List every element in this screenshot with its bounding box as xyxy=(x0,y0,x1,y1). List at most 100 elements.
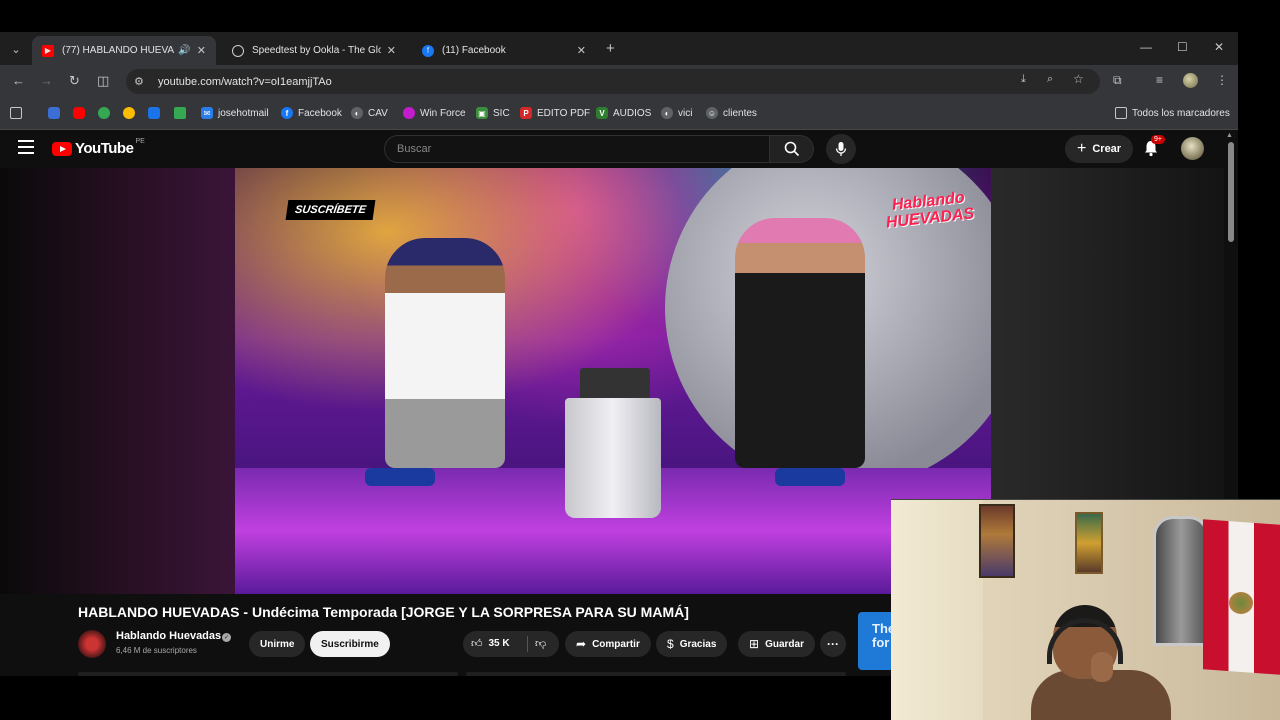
youtube-icon: ▶ xyxy=(42,44,54,57)
voice-search-button[interactable] xyxy=(826,134,856,164)
scroll-up-arrow-icon[interactable]: ▲ xyxy=(1226,132,1233,139)
winforce-icon xyxy=(403,107,415,119)
bookmark-star-icon[interactable]: ☆ xyxy=(1073,72,1084,86)
apps-grid-icon[interactable] xyxy=(10,107,22,119)
forward-icon[interactable]: → xyxy=(40,73,53,88)
bookmark-favicon-icon[interactable] xyxy=(48,107,60,119)
menu-kebab-icon[interactable]: ⋮ xyxy=(1216,73,1228,87)
youtube-play-icon xyxy=(52,141,72,156)
bookmark-edito-pdf[interactable]: P EDITO PDF xyxy=(520,107,590,119)
facebook-icon: f xyxy=(422,44,434,57)
share-label: Compartir xyxy=(592,638,640,650)
globe-icon: ◐ xyxy=(661,107,673,119)
laptop-prop xyxy=(580,368,650,402)
like-button[interactable]: 👍︎ 35 K xyxy=(471,637,510,650)
menu-hamburger-icon[interactable] xyxy=(18,140,34,158)
thanks-label: Gracias xyxy=(679,638,717,650)
bookmark-cav[interactable]: ◐ CAV xyxy=(351,107,388,119)
create-button[interactable]: + Crear xyxy=(1065,135,1134,163)
thanks-dollar-icon: $ xyxy=(667,637,674,651)
back-icon[interactable]: ← xyxy=(12,73,25,88)
dislike-button[interactable]: 👎︎ xyxy=(535,637,546,650)
address-bar[interactable]: ⚙ youtube.com/watch?v=oI1eamjjTAo xyxy=(126,69,1100,94)
subscribe-label: Suscribirme xyxy=(321,638,379,650)
search-button[interactable] xyxy=(770,135,814,163)
channel-avatar[interactable] xyxy=(78,630,106,658)
extensions-icon[interactable]: ⧉ xyxy=(1113,73,1122,88)
bookmark-sic[interactable]: ▣ SIC xyxy=(476,107,510,119)
more-actions-button[interactable]: ··· xyxy=(820,631,846,657)
maps-bookmark-icon[interactable] xyxy=(98,107,110,119)
video-frame[interactable]: SUSCRÍBETE Hablando HUEVADAS xyxy=(235,168,991,594)
speaker-icon[interactable]: 🔊 xyxy=(178,45,190,56)
youtube-logo[interactable]: YouTube PE xyxy=(52,138,145,157)
speedtest-icon xyxy=(232,44,244,57)
close-tab-icon[interactable]: ✕ xyxy=(577,44,586,57)
logo-text: YouTube xyxy=(75,140,134,157)
tab-youtube[interactable]: ▶ (77) HABLANDO HUEVADA 🔊 ✕ xyxy=(32,36,216,65)
webcam-person-hand xyxy=(1091,652,1113,682)
tab-search-button[interactable]: ⌄ xyxy=(6,39,26,59)
search-placeholder: Buscar xyxy=(397,143,432,155)
like-dislike-group: 👍︎ 35 K 👎︎ xyxy=(463,631,559,657)
flag-emblem xyxy=(1229,592,1253,614)
media-control-icon[interactable]: ≡ xyxy=(1156,73,1163,87)
save-playlist-icon: ⊞ xyxy=(749,637,760,651)
all-bookmarks-folder[interactable]: Todos los marcadores xyxy=(1115,107,1230,119)
bookmark-win-force[interactable]: Win Force xyxy=(403,107,466,119)
plus-icon: + xyxy=(1077,140,1087,157)
share-button[interactable]: ➦ Compartir xyxy=(565,631,651,657)
search-icon xyxy=(784,141,799,157)
save-label: Guardar xyxy=(765,638,804,650)
bookmark-vici[interactable]: ◐ vici xyxy=(661,107,692,119)
bookmark-audios[interactable]: V AUDIOS xyxy=(596,107,651,119)
smiley-icon: ☺ xyxy=(706,107,718,119)
channel-name[interactable]: Hablando Huevadas xyxy=(116,630,221,642)
tab-title: (77) HABLANDO HUEVADA xyxy=(62,45,175,56)
thumbs-down-icon: 👎︎ xyxy=(535,638,547,650)
bookmark-clientes[interactable]: ☺ clientes xyxy=(706,107,757,119)
search-input[interactable]: Buscar xyxy=(384,135,770,163)
share-arrow-icon: ➦ xyxy=(576,637,587,651)
close-tab-icon[interactable]: ✕ xyxy=(387,44,396,57)
maximize-icon[interactable]: ☐ xyxy=(1177,40,1188,54)
pdf-icon: P xyxy=(520,107,532,119)
promo-card[interactable]: The for xyxy=(858,612,894,670)
account-avatar[interactable] xyxy=(1181,137,1204,160)
notification-badge: 9+ xyxy=(1151,135,1165,144)
bookmarks-bar: ✉ josehotmail f Facebook ◐ CAV Win Force… xyxy=(0,98,1238,130)
like-divider xyxy=(527,636,528,652)
bookmark-label: Facebook xyxy=(298,107,342,119)
check-bookmark-icon[interactable] xyxy=(174,107,186,119)
subscribe-button[interactable]: Suscribirme xyxy=(310,631,390,657)
new-tab-icon[interactable]: + xyxy=(606,40,615,57)
webcam-painting-left xyxy=(979,504,1015,578)
scrollbar-thumb[interactable] xyxy=(1228,142,1234,242)
split-view-icon[interactable]: ◫ xyxy=(97,73,109,89)
reload-icon[interactable]: ↻ xyxy=(69,73,80,89)
save-button[interactable]: ⊞ Guardar xyxy=(738,631,815,657)
bookmark-favicon-icon[interactable] xyxy=(148,107,160,119)
minimize-icon[interactable]: — xyxy=(1140,40,1152,54)
bookmark-label: vici xyxy=(678,107,693,119)
subscriber-count: 6,46 M de suscriptores xyxy=(116,646,197,655)
browser-profile-avatar[interactable] xyxy=(1183,73,1198,88)
install-app-icon[interactable]: ⤓ xyxy=(1021,73,1026,86)
close-tab-icon[interactable]: ✕ xyxy=(197,44,206,57)
bookmark-facebook[interactable]: f Facebook xyxy=(281,107,342,119)
verified-check-icon: ✓ xyxy=(222,633,231,642)
join-button[interactable]: Unirme xyxy=(249,631,306,657)
tab-facebook[interactable]: f (11) Facebook ✕ xyxy=(412,36,596,65)
site-info-icon[interactable]: ⚙ xyxy=(134,75,150,88)
tab-strip: ⌄ ▶ (77) HABLANDO HUEVADA 🔊 ✕ Speedtest … xyxy=(0,32,1238,65)
bookmark-josehotmail[interactable]: ✉ josehotmail xyxy=(201,107,269,119)
youtube-bookmark-icon[interactable] xyxy=(73,107,85,119)
tab-speedtest[interactable]: Speedtest by Ookla - The Globa ✕ xyxy=(222,36,406,65)
desktop-top-strip xyxy=(0,0,1238,32)
close-window-icon[interactable]: ✕ xyxy=(1214,40,1224,54)
bookmark-favicon-icon[interactable] xyxy=(123,107,135,119)
facebook-icon: f xyxy=(281,107,293,119)
comment-box-edge xyxy=(466,672,846,676)
thanks-button[interactable]: $ Gracias xyxy=(656,631,728,657)
zoom-icon[interactable]: ⌕ xyxy=(1047,73,1053,86)
